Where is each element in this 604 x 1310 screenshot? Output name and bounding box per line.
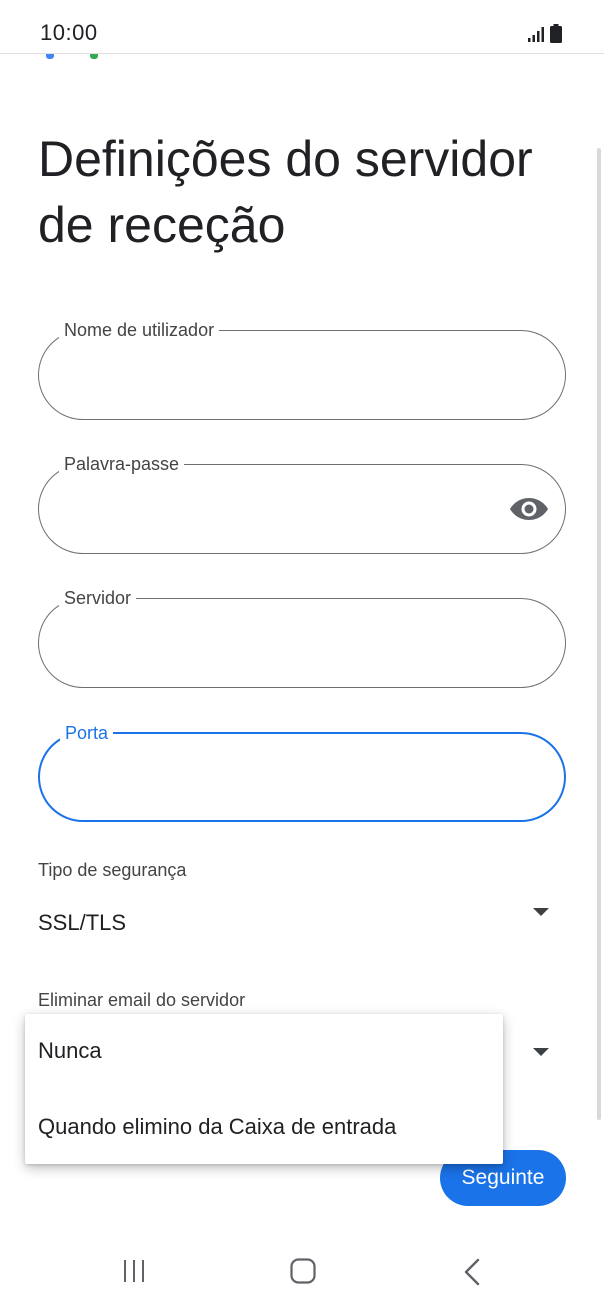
screen: 10:00 Definições do servidor de receção …: [0, 0, 604, 1310]
menu-item-never[interactable]: Nunca: [25, 1014, 503, 1088]
status-time: 10:00: [40, 20, 98, 45]
username-input[interactable]: [63, 357, 483, 393]
security-type-select[interactable]: SSL/TLS: [0, 896, 604, 946]
username-field[interactable]: Nome de utilizador: [38, 319, 566, 420]
signal-icon: [528, 27, 544, 42]
password-label: Palavra-passe: [59, 453, 185, 475]
port-label: Porta: [60, 722, 114, 744]
status-bar: 10:00: [0, 0, 604, 54]
password-input[interactable]: [63, 491, 483, 527]
recents-icon[interactable]: [121, 1259, 147, 1283]
page-title: Definições do servidor de receção: [38, 131, 533, 253]
eye-icon[interactable]: [509, 495, 549, 523]
server-input[interactable]: [63, 625, 483, 661]
back-icon[interactable]: [462, 1258, 482, 1286]
server-label: Servidor: [59, 587, 137, 609]
server-field[interactable]: Servidor: [38, 587, 566, 688]
home-icon[interactable]: [290, 1258, 316, 1284]
delete-email-label: Eliminar email do servidor: [38, 990, 246, 1010]
navigation-bar: [0, 1216, 604, 1310]
app-logo-fragment: [46, 54, 106, 60]
caret-down-icon: [533, 1048, 549, 1056]
delete-email-dropdown-menu: Nunca Quando elimino da Caixa de entrada: [25, 1014, 503, 1164]
password-field[interactable]: Palavra-passe: [38, 453, 566, 554]
scrollbar[interactable]: [597, 148, 601, 1120]
port-input[interactable]: [64, 760, 484, 796]
menu-item-when-deleted-from-inbox[interactable]: Quando elimino da Caixa de entrada: [25, 1090, 503, 1164]
caret-down-icon: [533, 908, 549, 916]
security-type-value: SSL/TLS: [38, 910, 127, 935]
port-field[interactable]: Porta: [38, 722, 566, 822]
battery-icon: [550, 24, 562, 43]
username-label: Nome de utilizador: [59, 319, 220, 341]
security-type-label: Tipo de segurança: [38, 860, 187, 880]
